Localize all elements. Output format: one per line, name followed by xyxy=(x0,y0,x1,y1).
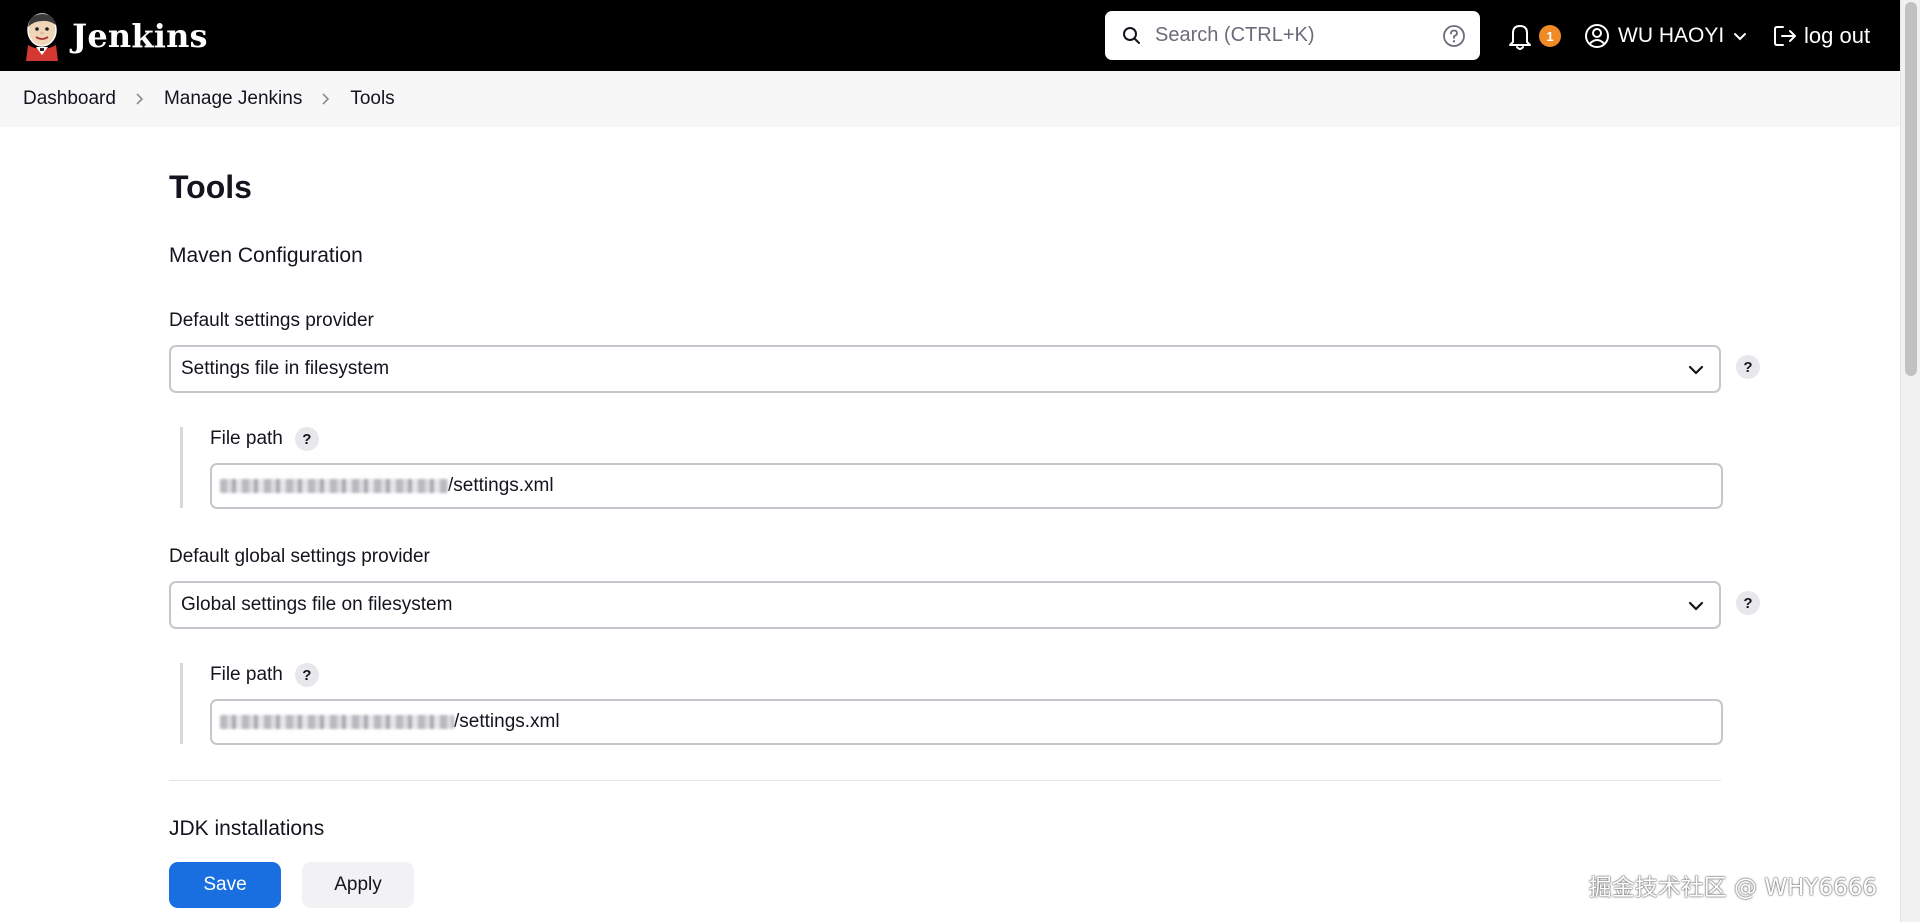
save-button[interactable]: Save xyxy=(169,862,281,908)
file-path-value: /settings.xml xyxy=(454,711,560,732)
default-global-settings-label: Default global settings provider xyxy=(169,546,430,567)
default-global-settings-help-button[interactable]: ? xyxy=(1736,591,1760,615)
breadcrumb-dashboard[interactable]: Dashboard xyxy=(23,88,116,110)
watermark: 掘金技术社区 @ WHY6666 xyxy=(1588,875,1877,901)
default-global-settings-select[interactable]: Global settings file on filesystem xyxy=(169,581,1721,629)
search-box[interactable] xyxy=(1105,11,1480,60)
user-name: WU HAOYI xyxy=(1618,24,1725,47)
section-title-maven: Maven Configuration xyxy=(169,244,363,267)
bell-icon xyxy=(1509,25,1531,50)
breadcrumb: Dashboard Manage Jenkins Tools xyxy=(0,71,1900,127)
scrollbar-thumb[interactable] xyxy=(1905,2,1917,376)
default-settings-label: Default settings provider xyxy=(169,310,374,331)
brand-name: Jenkins xyxy=(72,16,208,55)
notification-badge: 1 xyxy=(1539,25,1561,47)
jenkins-butler-icon xyxy=(26,12,58,61)
jenkins-logo-link[interactable]: Jenkins xyxy=(22,0,208,71)
apply-button[interactable]: Apply xyxy=(302,862,414,908)
file-path-input[interactable]: /settings.xml xyxy=(210,699,1723,745)
chevron-down-icon xyxy=(1688,365,1704,375)
redacted-path xyxy=(220,715,454,729)
search-input[interactable] xyxy=(1155,24,1425,47)
user-circle-icon xyxy=(1585,24,1609,48)
file-path-input[interactable]: /settings.xml xyxy=(210,463,1723,509)
default-settings-file-path-group: File path ? /settings.xml xyxy=(180,427,1725,509)
file-path-label: File path ? xyxy=(210,427,319,451)
main-content: Tools Maven Configuration Default settin… xyxy=(0,127,1900,922)
top-header: Jenkins 1 WU HAOYI xyxy=(0,0,1900,71)
breadcrumb-manage-jenkins[interactable]: Manage Jenkins xyxy=(164,88,302,110)
bottom-action-bar: Save Apply 掘金技术社区 @ WHY6666 xyxy=(0,838,1900,922)
default-settings-select[interactable]: Settings file in filesystem xyxy=(169,345,1721,393)
breadcrumb-chevron-icon xyxy=(320,92,332,106)
chevron-down-icon xyxy=(1734,33,1747,41)
redacted-path xyxy=(220,479,448,493)
logout-label: log out xyxy=(1804,23,1871,48)
logout-button[interactable]: log out xyxy=(1772,19,1870,53)
section-divider xyxy=(169,780,1721,781)
file-path-help-button[interactable]: ? xyxy=(294,663,319,687)
user-menu[interactable]: WU HAOYI xyxy=(1584,19,1748,53)
page-scrollbar[interactable] xyxy=(1900,0,1920,922)
file-path-help-button[interactable]: ? xyxy=(294,427,319,451)
default-global-settings-selected: Global settings file on filesystem xyxy=(181,594,453,615)
breadcrumb-tools[interactable]: Tools xyxy=(350,88,394,110)
breadcrumb-chevron-icon xyxy=(134,92,146,106)
default-settings-help-button[interactable]: ? xyxy=(1736,355,1760,379)
file-path-value: /settings.xml xyxy=(448,475,554,496)
page-title: Tools xyxy=(169,169,252,205)
notifications-button[interactable] xyxy=(1505,20,1535,52)
file-path-label-text: File path xyxy=(210,428,283,449)
default-settings-selected: Settings file in filesystem xyxy=(181,358,390,379)
search-icon xyxy=(1123,26,1140,44)
file-path-label: File path ? xyxy=(210,663,319,687)
file-path-label-text: File path xyxy=(210,664,283,685)
logout-icon xyxy=(1774,26,1796,46)
search-help-icon[interactable] xyxy=(1442,24,1466,48)
chevron-down-icon xyxy=(1688,601,1704,611)
global-settings-file-path-group: File path ? /settings.xml xyxy=(180,663,1725,745)
